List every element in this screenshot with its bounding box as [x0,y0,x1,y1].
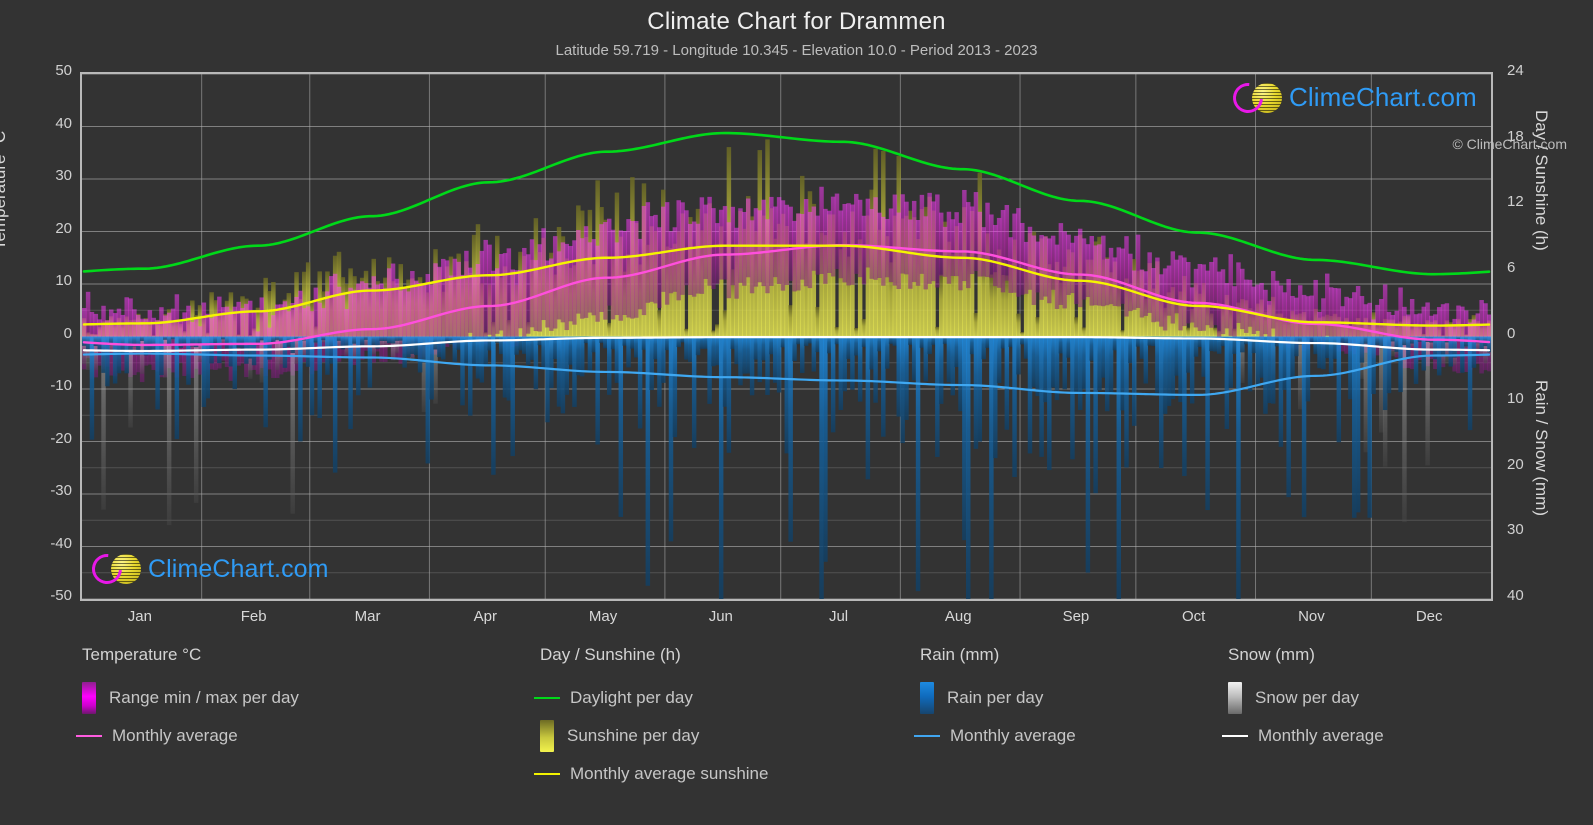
watermark-label: ClimeChart.com [148,554,329,583]
y-tick-50: 50 [55,62,72,79]
legend-heading: Day / Sunshine (h) [540,645,681,664]
legend-item-label: Range min / max per day [109,688,299,707]
chart-legend: Temperature °C Range min / max per day Mon… [0,645,1593,825]
y2-tick-6: 6 [1507,258,1516,276]
legend-column-rain-mm: Rain (mm) Rain per day Monthly average [914,645,1076,755]
legend-item-label: Monthly average [1258,726,1384,745]
legend-column-day-sunshine-h: Day / Sunshine (h) Daylight per day Sunshi… [534,645,769,793]
climate-chart-plot [80,72,1493,601]
legend-line-swatch [534,697,560,699]
y2-tick-30: 30 [1507,521,1524,539]
x-tick-jan: Jan [127,608,152,625]
page-subtitle: Latitude 59.719 - Longitude 10.345 - Ele… [555,42,1038,59]
legend-item-label: Monthly average [950,726,1076,745]
y-tick--30: -30 [50,482,72,499]
legend-item[interactable]: Daylight per day [534,679,768,717]
legend-item-label: Snow per day [1255,688,1359,707]
y-tick-40: 40 [55,114,72,132]
x-tick-nov: Nov [1298,608,1325,625]
legend-color-swatch [82,682,96,714]
y2-tick-24: 24 [1507,62,1524,79]
y-tick--50: -50 [50,587,72,604]
legend-item-label: Daylight per day [570,688,693,707]
legend-item-label: Monthly average [112,726,238,745]
x-tick-jun: Jun [708,608,733,625]
x-tick-oct: Oct [1182,608,1206,625]
y-tick--20: -20 [50,429,72,447]
legend-heading: Snow (mm) [1228,645,1315,664]
x-tick-feb: Feb [240,608,267,625]
legend-line-swatch [534,773,560,775]
legend-item-label: Rain per day [947,688,1044,707]
y2-tick-12: 12 [1507,193,1524,211]
x-tick-aug: Aug [944,608,972,625]
legend-item[interactable]: Range min / max per day [82,679,299,717]
y2-tick-0: 0 [1507,324,1516,342]
legend-item[interactable]: Monthly average sunshine [534,755,769,793]
x-tick-may: May [588,608,618,625]
legend-column-snow-mm: Snow (mm) Snow per day Monthly average [1222,645,1384,755]
copyright-notice: © ClimeChart.com [1452,136,1567,152]
y-tick--10: -10 [50,377,72,394]
legend-item[interactable]: Monthly average [76,717,299,755]
y-tick-20: 20 [55,219,72,237]
legend-item[interactable]: Monthly average [1222,717,1384,755]
legend-item-label: Monthly average sunshine [570,764,769,783]
y-tick-10: 10 [55,272,72,289]
legend-item[interactable]: Monthly average [914,717,1076,755]
y2-tick-40: 40 [1507,587,1524,604]
legend-color-swatch [1228,682,1242,714]
legend-color-swatch [920,682,934,714]
y-axis-title-temperature: Temperature °C [0,130,9,250]
legend-item[interactable]: Rain per day [920,679,1076,717]
legend-line-swatch [1222,735,1248,737]
y2-tick-20: 20 [1507,455,1524,473]
x-tick-sep: Sep [1062,608,1090,625]
legend-heading: Temperature °C [82,645,202,664]
legend-line-swatch [76,735,102,737]
x-tick-apr: Apr [473,608,497,625]
x-tick-jul: Jul [828,608,849,625]
y-tick--40: -40 [50,534,72,552]
legend-item-label: Sunshine per day [567,726,700,745]
y2-tick-10: 10 [1507,390,1524,408]
watermark-logo-bottom: ClimeChart.com [85,547,329,591]
page-title: Climate Chart for Drammen [647,8,946,35]
legend-color-swatch [540,720,554,752]
watermark-logo-top: ClimeChart.com [1226,76,1477,119]
x-tick-mar: Mar [354,608,381,625]
legend-column-temperature-c: Temperature °C Range min / max per day Mon… [76,645,299,755]
watermark-label: ClimeChart.com [1289,82,1477,112]
y-tick-0: 0 [63,324,72,342]
legend-item[interactable]: Snow per day [1228,679,1384,717]
legend-line-swatch [914,735,940,737]
legend-heading: Rain (mm) [920,645,1000,664]
chart-canvas [82,74,1491,599]
legend-item[interactable]: Sunshine per day [540,717,768,755]
x-tick-dec: Dec [1415,608,1443,625]
y-tick-30: 30 [55,167,72,184]
